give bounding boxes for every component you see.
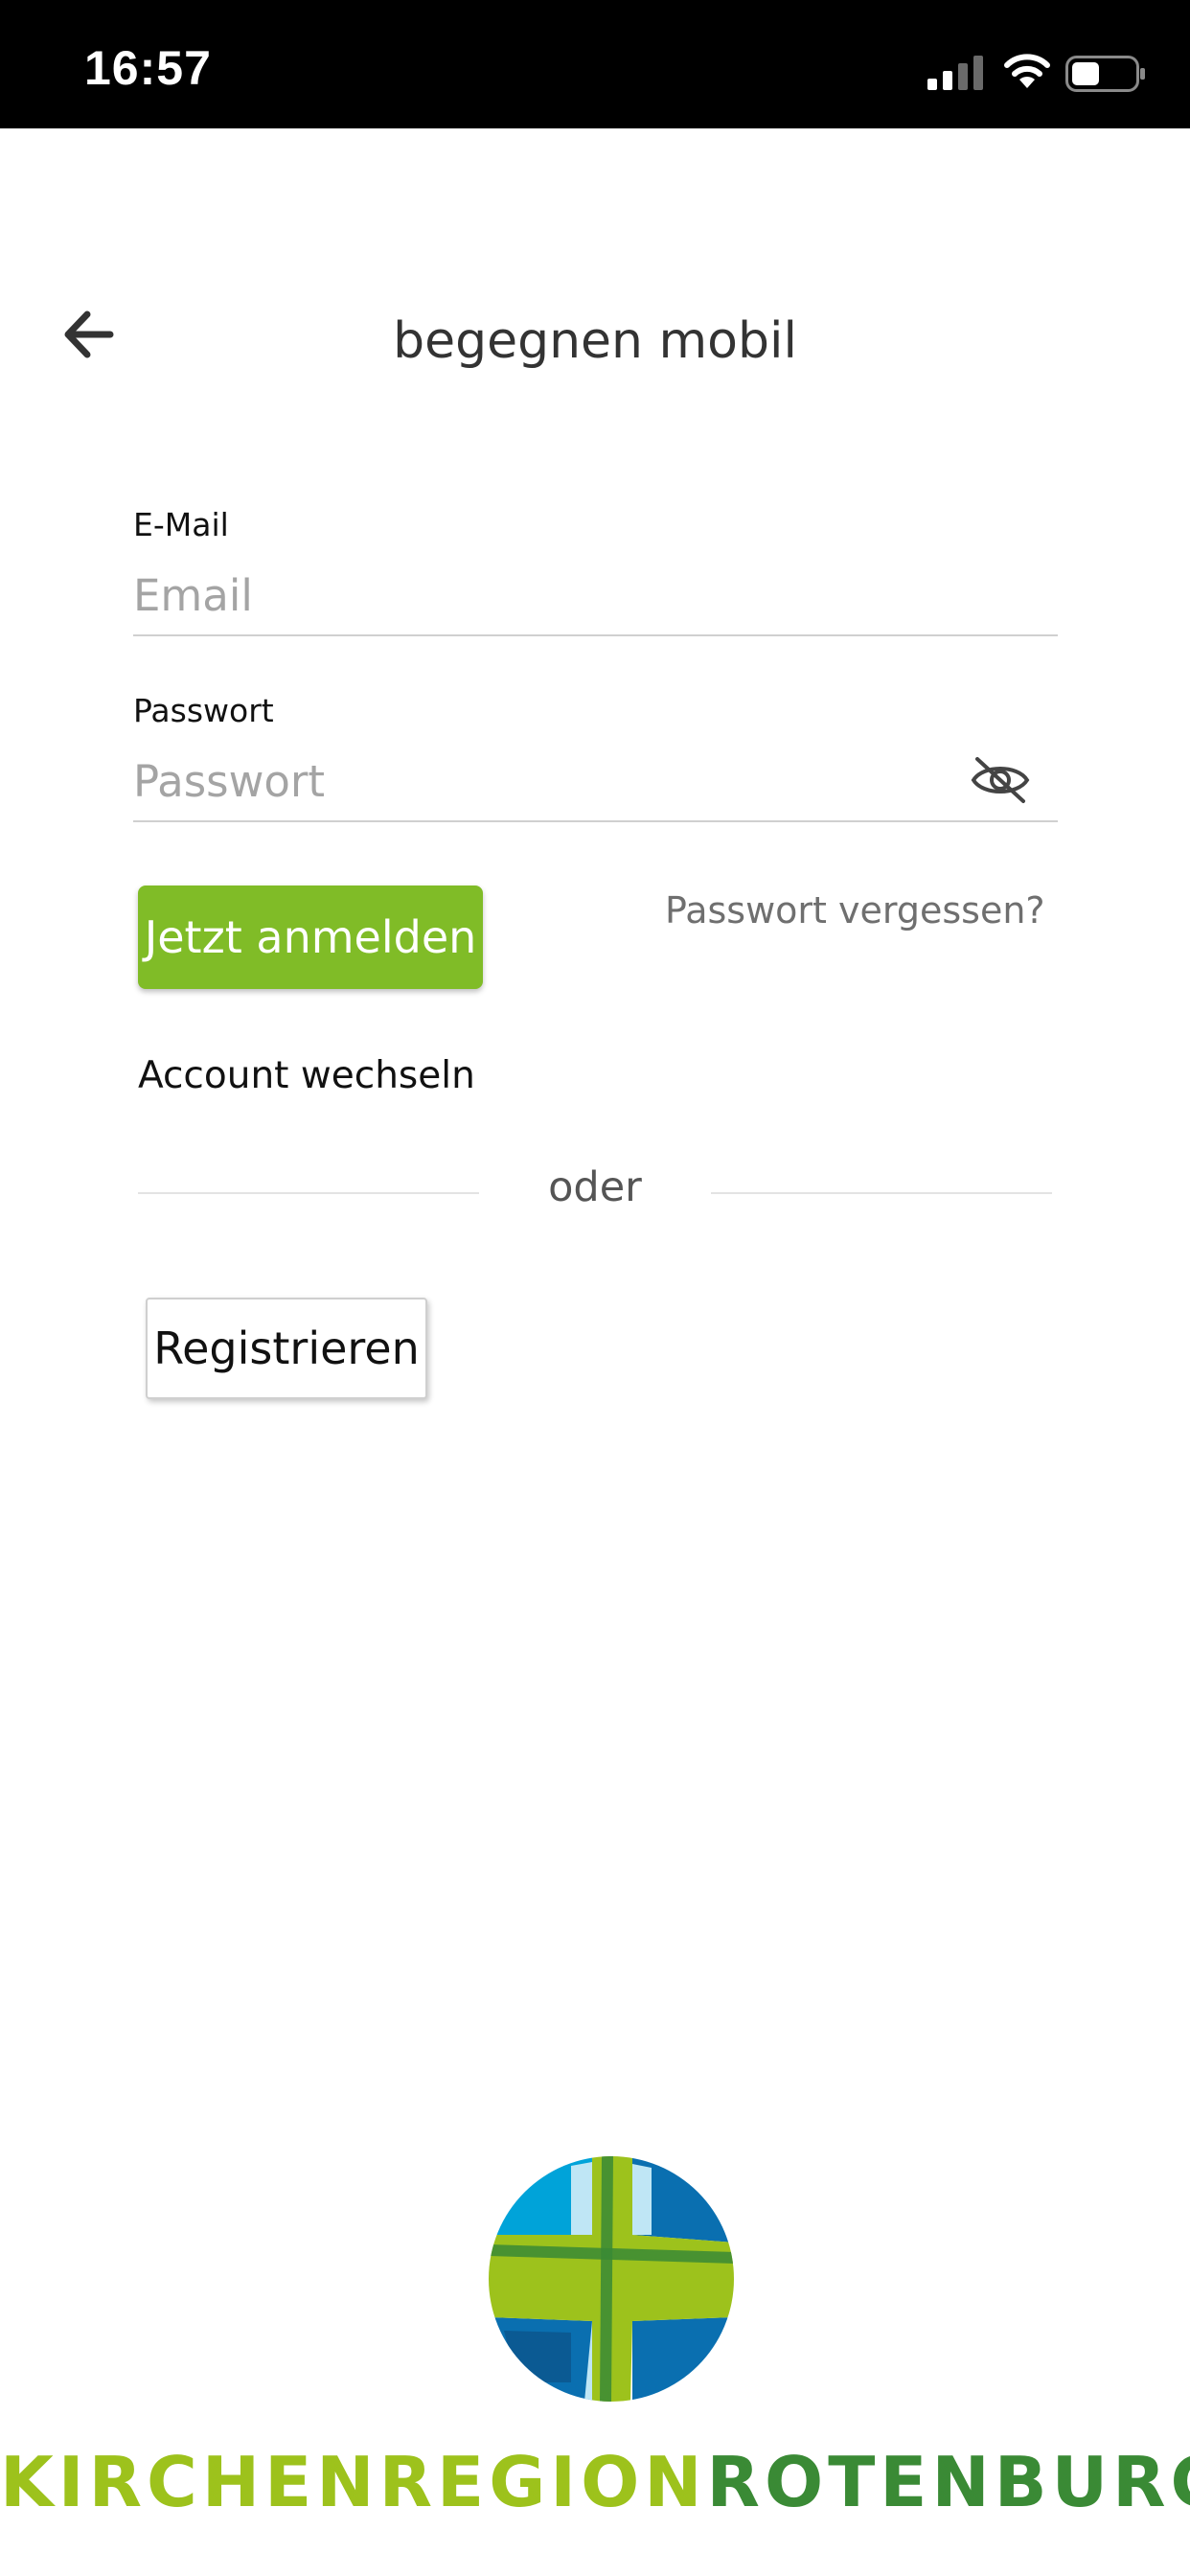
divider-text: oder [548, 1163, 642, 1211]
kirchenregion-logo-icon [489, 2156, 734, 2402]
status-time: 16:57 [84, 41, 212, 95]
email-label: E-Mail [133, 506, 229, 543]
wifi-icon [1004, 54, 1050, 88]
status-bar: 16:57 [0, 0, 1190, 128]
switch-account-link[interactable]: Account wechseln [138, 1054, 475, 1097]
email-field[interactable] [133, 556, 1058, 636]
logo-wordmark: KIRCHENREGIONROTENBURG [0, 2442, 1190, 2522]
login-screen: 16:57 begegnen mobil E-Mail Email Passwo… [0, 0, 1190, 2576]
password-field[interactable] [133, 742, 1058, 822]
battery-icon [1065, 56, 1145, 92]
register-button[interactable]: Registrieren [146, 1298, 427, 1399]
login-button[interactable]: Jetzt anmelden [138, 886, 483, 989]
page-title: begegnen mobil [393, 312, 797, 370]
wordmark-part1: KIRCHENREGION [0, 2442, 707, 2522]
divider-line-right [711, 1192, 1052, 1194]
wordmark-part2: ROTENBURG [706, 2442, 1190, 2522]
forgot-password-link[interactable]: Passwort vergessen? [665, 889, 1045, 932]
signal-icon [927, 56, 983, 90]
eye-off-icon[interactable] [970, 753, 1031, 807]
password-label: Passwort [133, 692, 274, 729]
